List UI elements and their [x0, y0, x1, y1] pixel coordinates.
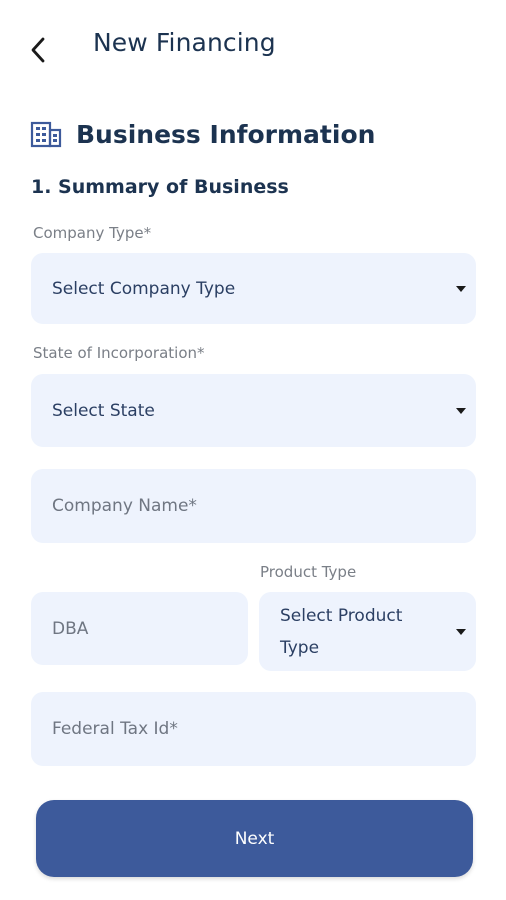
federal-tax-id-placeholder: Federal Tax Id*: [52, 719, 178, 739]
subsection-title: 1. Summary of Business: [31, 176, 289, 198]
company-name-input[interactable]: Company Name*: [31, 469, 476, 543]
section-header: Business Information: [30, 118, 375, 150]
product-type-select[interactable]: Select Product Type: [259, 592, 476, 671]
product-type-label: Product Type: [260, 563, 357, 581]
dba-placeholder: DBA: [52, 618, 89, 639]
federal-tax-id-input[interactable]: Federal Tax Id*: [31, 692, 476, 766]
state-select[interactable]: Select State: [31, 374, 476, 447]
company-type-value: Select Company Type: [52, 278, 236, 299]
dropdown-caret-icon: [456, 628, 466, 635]
building-icon: [30, 118, 62, 150]
page-title: New Financing: [93, 28, 276, 57]
state-label: State of Incorporation*: [33, 344, 205, 362]
product-type-value: Select Product Type: [280, 605, 403, 658]
company-type-label: Company Type*: [33, 224, 152, 242]
next-button[interactable]: Next: [36, 800, 473, 877]
chevron-left-icon: [31, 37, 45, 63]
app-header: New Financing: [0, 0, 506, 96]
company-name-placeholder: Company Name*: [52, 496, 197, 516]
dba-input[interactable]: DBA: [31, 592, 248, 665]
dropdown-caret-icon: [456, 285, 466, 292]
dropdown-caret-icon: [456, 407, 466, 414]
next-button-label: Next: [234, 828, 275, 849]
back-button[interactable]: [22, 30, 54, 70]
company-type-select[interactable]: Select Company Type: [31, 253, 476, 324]
state-value: Select State: [52, 400, 155, 421]
section-title: Business Information: [76, 119, 376, 149]
